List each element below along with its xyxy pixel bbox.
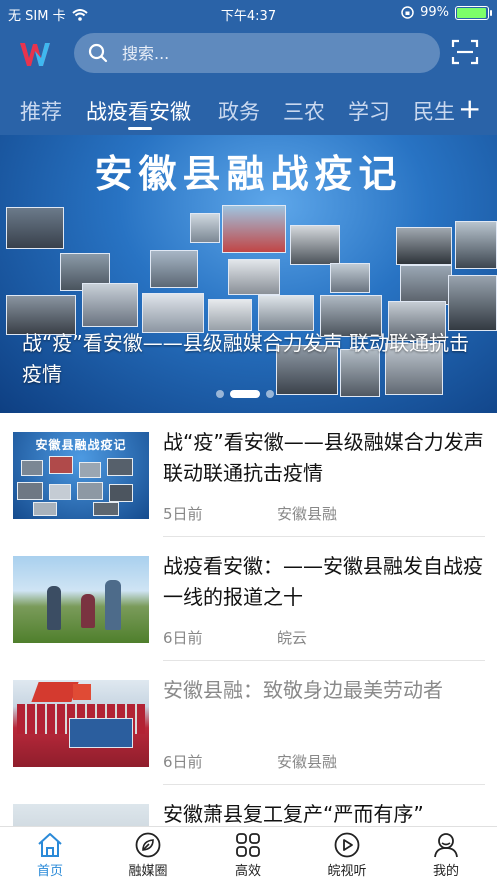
banner-photo <box>455 221 497 269</box>
tabbar-home-label: 首页 <box>36 864 63 879</box>
grid-icon <box>236 833 260 857</box>
battery-percent: 99% <box>420 5 449 20</box>
banner-photo <box>400 265 452 305</box>
news-time: 6日前 <box>163 753 203 771</box>
tab-agriculture[interactable]: 三农 <box>283 96 325 126</box>
home-icon <box>38 833 62 857</box>
user-icon <box>434 833 458 858</box>
leaf-icon <box>135 832 161 858</box>
thumbnail-title-art: 安徽县融战疫记 <box>35 438 127 452</box>
banner-photo <box>448 275 497 331</box>
battery-icon <box>455 5 492 20</box>
tabbar-efficient[interactable]: 高效 <box>208 831 288 879</box>
news-thumbnail <box>13 680 149 767</box>
bottom-tab-bar: 首页 融媒圈 高效 皖视听 我的 <box>0 826 497 883</box>
tabbar-mine[interactable]: 我的 <box>406 831 486 879</box>
news-item[interactable]: 安徽县融战疫记 战“疫”看安徽——县级融媒合力发声 联动联通抗击疫情 5日前 安… <box>0 413 497 537</box>
active-tab-indicator <box>128 127 152 130</box>
tab-livelihood[interactable]: 民生 <box>413 96 455 126</box>
news-item[interactable]: 安徽县融：致敬身边最美劳动者 6日前 安徽县融 <box>0 661 497 785</box>
tabbar-media-circle[interactable]: 融媒圈 <box>108 831 188 879</box>
news-time: 5日前 <box>163 505 203 523</box>
search-icon <box>88 43 108 63</box>
news-title: 战“疫”看安徽——县级融媒合力发声 联动联通抗击疫情 <box>163 430 484 485</box>
news-source: 皖云 <box>277 629 308 647</box>
carousel-dot[interactable] <box>266 390 274 398</box>
tabbar-video[interactable]: 皖视听 <box>307 831 387 879</box>
tab-government[interactable]: 政务 <box>218 96 260 126</box>
banner-photo <box>150 250 198 288</box>
scan-icon[interactable] <box>451 38 479 66</box>
status-right: 99% <box>401 5 492 20</box>
add-channel-icon[interactable]: + <box>458 92 481 125</box>
search-bar[interactable] <box>74 33 440 73</box>
channel-tabs: 推荐 战疫看安徽 政务 三农 学习 民生 + <box>0 90 497 134</box>
tabbar-media-circle-label: 融媒圈 <box>128 864 168 879</box>
tabbar-video-label: 皖视听 <box>327 864 367 879</box>
banner-photo <box>82 283 138 327</box>
banner-photo <box>222 205 286 253</box>
top-header: 无 SIM 卡 下午4:37 99% 搜索... 推荐 战疫看安徽 政务 三农 … <box>0 0 497 135</box>
news-thumbnail: 安徽县融战疫记 <box>13 432 149 519</box>
banner-photo <box>208 299 252 331</box>
carousel-dot-active[interactable] <box>230 390 260 398</box>
banner-carousel[interactable]: 安徽县融战疫记 战“疫”看安徽——县级融媒合力发声 联动联通抗击疫情 <box>0 135 497 413</box>
banner-photo <box>142 293 204 333</box>
carousel-dot[interactable] <box>216 390 224 398</box>
news-source: 安徽县融 <box>277 753 338 771</box>
tab-recommend[interactable]: 推荐 <box>20 96 62 126</box>
tab-fight-epidemic[interactable]: 战疫看安徽 <box>86 96 191 126</box>
news-source: 安徽县融 <box>277 505 338 523</box>
news-title: 战疫看安徽：——安徽县融发自战疫一线的报道之十 <box>163 554 483 609</box>
play-icon <box>334 832 360 858</box>
news-thumbnail <box>13 556 149 643</box>
tabbar-mine-label: 我的 <box>432 864 459 879</box>
app-logo-icon[interactable] <box>18 36 54 72</box>
banner-photo <box>228 259 280 295</box>
rotation-lock-icon <box>401 6 414 19</box>
banner-title: 安徽县融战疫记 <box>94 151 403 196</box>
news-time: 6日前 <box>163 629 203 647</box>
search-input[interactable] <box>122 43 402 63</box>
status-bar: 无 SIM 卡 下午4:37 99% <box>0 0 497 26</box>
carousel-indicator <box>216 390 274 398</box>
banner-photo <box>258 295 314 331</box>
news-title: 安徽县融：致敬身边最美劳动者 <box>163 678 443 702</box>
banner-photo <box>330 263 370 293</box>
banner-photo <box>6 207 64 249</box>
news-item[interactable]: 战疫看安徽：——安徽县融发自战疫一线的报道之十 6日前 皖云 <box>0 537 497 661</box>
banner-photo <box>190 213 220 243</box>
banner-photo <box>396 227 452 265</box>
tab-study[interactable]: 学习 <box>348 96 390 126</box>
banner-caption: 战“疫”看安徽——县级融媒合力发声 联动联通抗击疫情 <box>22 331 470 386</box>
tabbar-home[interactable]: 首页 <box>10 831 90 879</box>
banner-photo <box>290 225 340 265</box>
tabbar-efficient-label: 高效 <box>234 864 261 879</box>
